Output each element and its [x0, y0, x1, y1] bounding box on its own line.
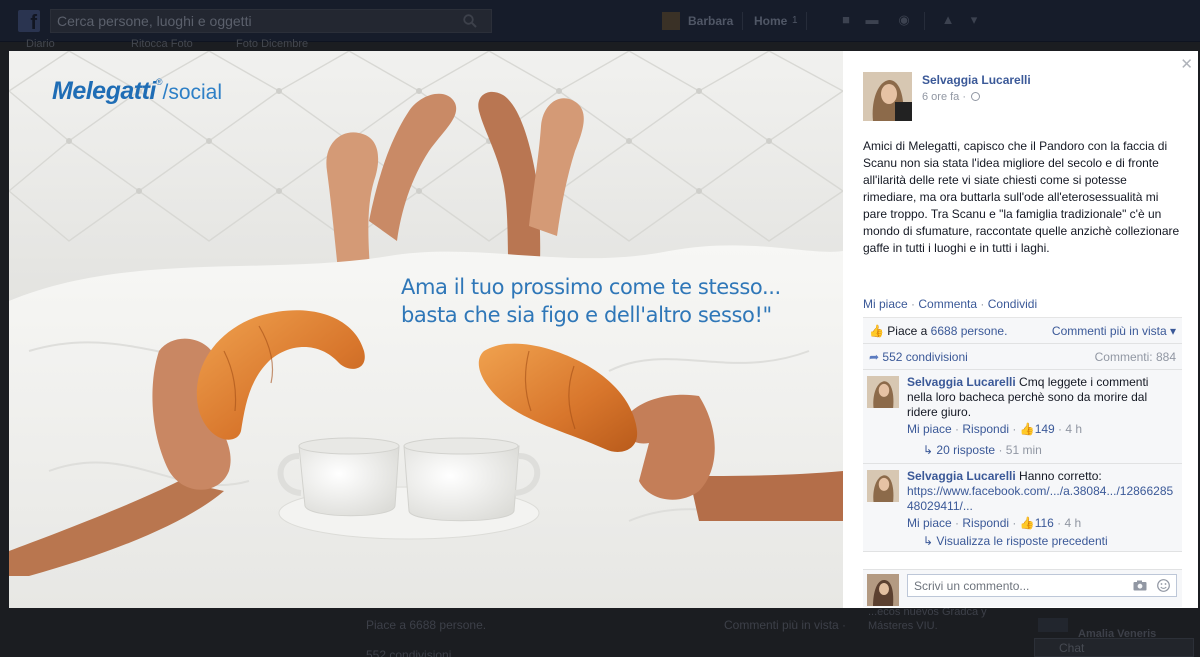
emoji-smile-icon[interactable] — [1157, 579, 1170, 592]
post-actions: Mi piace · Commenta · Condividi — [863, 297, 1037, 311]
commenter-avatar[interactable] — [867, 376, 899, 408]
like-link[interactable]: Mi piace — [863, 297, 908, 311]
search-box[interactable] — [50, 9, 492, 33]
post-timestamp: 6 ore fa · — [922, 91, 981, 103]
user-avatar[interactable] — [662, 12, 680, 30]
nav-user-name[interactable]: Barbara — [688, 14, 733, 28]
search-icon[interactable] — [463, 14, 477, 28]
shares-count-link[interactable]: 552 condivisioni — [882, 350, 967, 364]
subtab-ritocca-foto[interactable]: Ritocca Foto — [131, 38, 193, 50]
comment-reply-link[interactable]: Rispondi — [962, 516, 1009, 530]
comment-time[interactable]: 4 h — [1065, 516, 1082, 530]
slogan-line-2: basta che sia figo e dell'altro sesso!" — [401, 303, 772, 327]
background-likes: Piace a 6688 persone. — [366, 618, 487, 632]
separator: · — [980, 297, 985, 311]
previous-replies-link[interactable]: Visualizza le risposte precedenti — [936, 534, 1107, 548]
likes-count-link[interactable]: 6688 persone. — [931, 324, 1008, 338]
chat-bar[interactable]: Chat — [1034, 638, 1194, 657]
comment-like-link[interactable]: Mi piace — [907, 516, 952, 530]
thumbs-up-icon: 👍 — [869, 324, 884, 338]
comment-meta: Mi piace · Rispondi · 👍116 · 4 h — [907, 516, 1082, 530]
brand-name: Melegatti — [52, 77, 156, 105]
photo-illustration — [9, 51, 843, 608]
post-time-text[interactable]: 6 ore fa · — [922, 91, 966, 103]
public-globe-icon — [971, 92, 981, 101]
nav-home-link[interactable]: Home — [754, 14, 787, 28]
commenter-avatar[interactable] — [867, 470, 899, 502]
comment-like-link[interactable]: Mi piace — [907, 422, 952, 436]
subtab-foto-dicembre[interactable]: Foto Dicembre — [236, 38, 308, 50]
comment-reply-link[interactable]: Rispondi — [962, 422, 1009, 436]
subtab-diario[interactable]: Diario — [26, 38, 55, 50]
author-avatar[interactable] — [863, 72, 912, 121]
chat-label: Chat — [1059, 641, 1085, 655]
photo-viewer-modal: Melegatti®/social Ama il tuo prossimo co… — [9, 51, 1198, 608]
comment-link[interactable]: Commenta — [918, 297, 977, 311]
separator: · — [911, 297, 916, 311]
feedback-section: 👍 Piace a 6688 persone. Commenti più in … — [863, 317, 1182, 552]
brand-suffix: /social — [162, 81, 223, 104]
comment-likes-icon: 👍 — [1019, 516, 1035, 530]
post-sidebar: ✕ Selvaggia Lucarelli 6 ore fa · Amici d… — [843, 51, 1198, 608]
privacy-lock-icon[interactable]: ▲ — [940, 13, 956, 27]
background-shares: 552 condivisioni — [366, 648, 452, 657]
facebook-top-bar: f Barbara Home 1 ■ ▬ ◉ ▲ ▾ — [0, 0, 1200, 42]
comment-body: Selvaggia Lucarelli Hanno corretto: http… — [907, 464, 1182, 531]
replies-time: 51 min — [1005, 443, 1042, 457]
nav-divider — [742, 12, 743, 30]
comment-text: Hanno corretto: — [1015, 469, 1102, 483]
post-text: Amici di Melegatti, capisco che il Pando… — [863, 139, 1180, 255]
composer-avatar — [867, 574, 899, 606]
comment-likes-count[interactable]: 149 — [1035, 422, 1055, 436]
comment-url-link[interactable]: https://www.facebook.com/.../a.38084.../… — [907, 484, 1173, 513]
comment-composer — [863, 569, 1182, 607]
slogan-line-1: Ama il tuo prossimo come te stesso... — [401, 275, 781, 299]
likes-row: 👍 Piace a 6688 persone. Commenti più in … — [863, 318, 1182, 344]
search-input[interactable] — [51, 10, 451, 32]
likes-prefix: Piace a — [887, 324, 928, 338]
reply-arrow-icon: ↳ — [923, 443, 934, 457]
comment-item: Selvaggia Lucarelli Hanno corretto: http… — [863, 464, 1182, 552]
camera-icon[interactable] — [1133, 580, 1147, 591]
comment-body: Selvaggia Lucarelli Cmq leggete i commen… — [907, 370, 1182, 437]
top-comments-dropdown[interactable]: Commenti più in vista ▾ — [1052, 318, 1176, 344]
facebook-logo-icon[interactable]: f — [18, 10, 40, 34]
nav-divider — [924, 12, 925, 30]
shares-row: ➦ 552 condivisioni Commenti: 884 — [863, 344, 1182, 370]
background-friend-thumb — [1038, 618, 1068, 632]
share-arrow-icon: ➦ — [869, 350, 880, 364]
replies-row: ↳ Visualizza le risposte precedenti — [923, 531, 1182, 551]
comments-count: Commenti: 884 — [1094, 350, 1176, 364]
close-icon[interactable]: ✕ — [1180, 55, 1193, 73]
comment-likes-count[interactable]: 116 — [1035, 516, 1054, 530]
reply-arrow-icon: ↳ — [923, 534, 934, 548]
commenter-name[interactable]: Selvaggia Lucarelli — [907, 469, 1016, 483]
melegatti-brand-logo: Melegatti®/social — [52, 77, 222, 106]
post-photo[interactable]: Melegatti®/social Ama il tuo prossimo co… — [9, 51, 843, 608]
post-author-name[interactable]: Selvaggia Lucarelli — [922, 73, 1031, 87]
registered-mark: ® — [155, 77, 163, 87]
comment-likes-icon: 👍 — [1019, 422, 1035, 436]
messages-icon[interactable]: ▬ — [864, 13, 880, 27]
settings-dropdown-icon[interactable]: ▾ — [966, 13, 982, 27]
replies-link[interactable]: 20 risposte — [936, 443, 995, 457]
nav-home-count: 1 — [792, 15, 798, 26]
background-comments-link: Commenti più in vista · — [724, 618, 847, 632]
comment-item: Selvaggia Lucarelli Cmq leggete i commen… — [863, 370, 1182, 464]
notifications-icon[interactable]: ◉ — [896, 13, 912, 27]
comment-meta: Mi piace · Rispondi · 👍149 · 4 h — [907, 422, 1083, 436]
background-ad-text: Másteres VIU. — [868, 620, 938, 632]
commenter-name[interactable]: Selvaggia Lucarelli — [907, 375, 1016, 389]
replies-row: ↳ 20 risposte · 51 min — [923, 443, 1042, 457]
ad-slogan: Ama il tuo prossimo come te stesso... ba… — [401, 273, 781, 329]
nav-divider — [806, 12, 807, 30]
friend-requests-icon[interactable]: ■ — [838, 13, 854, 27]
share-link[interactable]: Condividi — [988, 297, 1037, 311]
comment-time[interactable]: 4 h — [1065, 422, 1082, 436]
